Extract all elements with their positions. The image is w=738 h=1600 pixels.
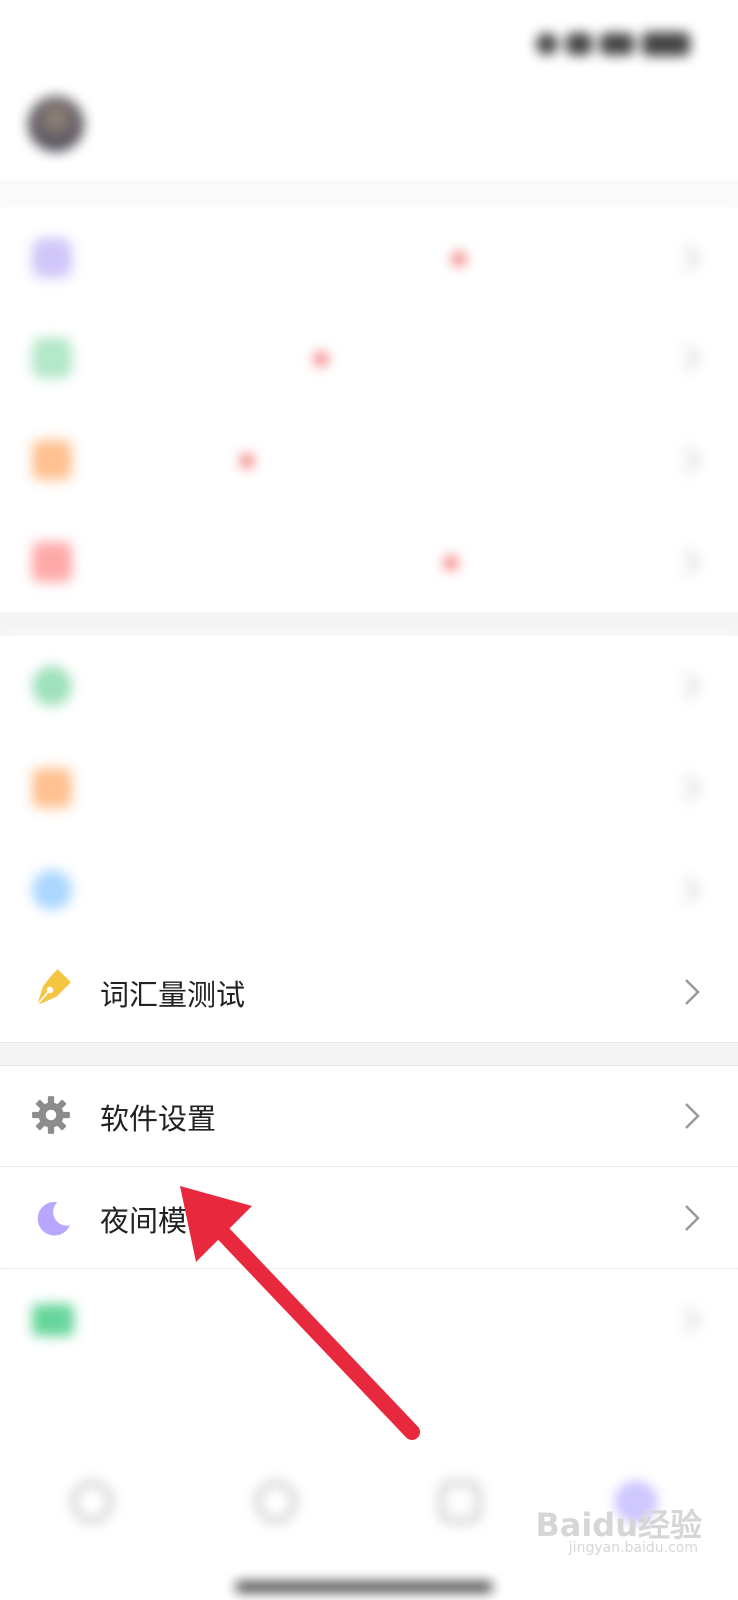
note-icon xyxy=(32,768,72,808)
menu-item-settings[interactable]: 软件设置 xyxy=(0,1066,738,1167)
tab-study[interactable] xyxy=(420,1482,500,1582)
record-icon xyxy=(32,870,72,910)
menu-item-vip[interactable] xyxy=(0,308,738,408)
pen-icon xyxy=(32,969,72,1012)
chevron-right-icon xyxy=(674,340,710,376)
share-icon xyxy=(32,542,72,582)
chevron-right-icon xyxy=(674,442,710,478)
menu-item-list[interactable] xyxy=(0,636,738,736)
tab-discover[interactable] xyxy=(236,1482,316,1582)
new-badge xyxy=(452,252,466,266)
menu-item-feedback[interactable] xyxy=(0,1270,738,1370)
chevron-right-icon xyxy=(674,1098,710,1134)
section-divider xyxy=(0,612,738,636)
section-divider xyxy=(0,1042,738,1066)
section-divider xyxy=(0,180,738,208)
feedback-icon xyxy=(32,1304,74,1336)
chevron-right-icon xyxy=(674,544,710,580)
menu-item-label: 词汇量测试 xyxy=(100,978,246,1012)
avatar[interactable] xyxy=(28,96,84,152)
book-icon xyxy=(440,1482,480,1522)
discover-icon xyxy=(256,1482,296,1522)
menu-item-bookmark[interactable] xyxy=(0,410,738,510)
menu-item-crown[interactable] xyxy=(0,208,738,308)
moon-icon xyxy=(32,1198,72,1238)
home-icon xyxy=(72,1482,112,1522)
new-badge xyxy=(314,352,328,366)
list-icon xyxy=(32,666,72,706)
chevron-right-icon xyxy=(674,1302,710,1338)
vip-icon xyxy=(32,338,72,378)
watermark-url: jingyan.baidu.com xyxy=(568,1540,698,1556)
menu-item-night-mode[interactable]: 夜间模 xyxy=(0,1168,738,1269)
crown-icon xyxy=(32,238,72,278)
chevron-right-icon xyxy=(674,1200,710,1236)
tab-home[interactable] xyxy=(52,1482,132,1582)
status-icons xyxy=(536,30,690,58)
menu-item-note[interactable] xyxy=(0,738,738,838)
status-bar xyxy=(0,0,738,90)
profile-header[interactable] xyxy=(0,90,738,180)
menu-item-share[interactable] xyxy=(0,512,738,612)
menu-item-label: 软件设置 xyxy=(100,1102,217,1136)
chevron-right-icon xyxy=(674,974,710,1010)
menu-item-record[interactable] xyxy=(0,840,738,940)
chevron-right-icon xyxy=(674,770,710,806)
menu-item-vocab-test[interactable]: 词汇量测试 xyxy=(0,942,738,1042)
new-badge xyxy=(240,454,254,468)
chevron-right-icon xyxy=(674,240,710,276)
menu-item-label: 夜间模 xyxy=(100,1204,188,1238)
new-badge xyxy=(444,556,458,570)
home-indicator xyxy=(235,1582,493,1592)
bookmark-icon xyxy=(32,440,72,480)
chevron-right-icon xyxy=(674,668,710,704)
gear-icon xyxy=(32,1096,72,1136)
chevron-right-icon xyxy=(674,872,710,908)
